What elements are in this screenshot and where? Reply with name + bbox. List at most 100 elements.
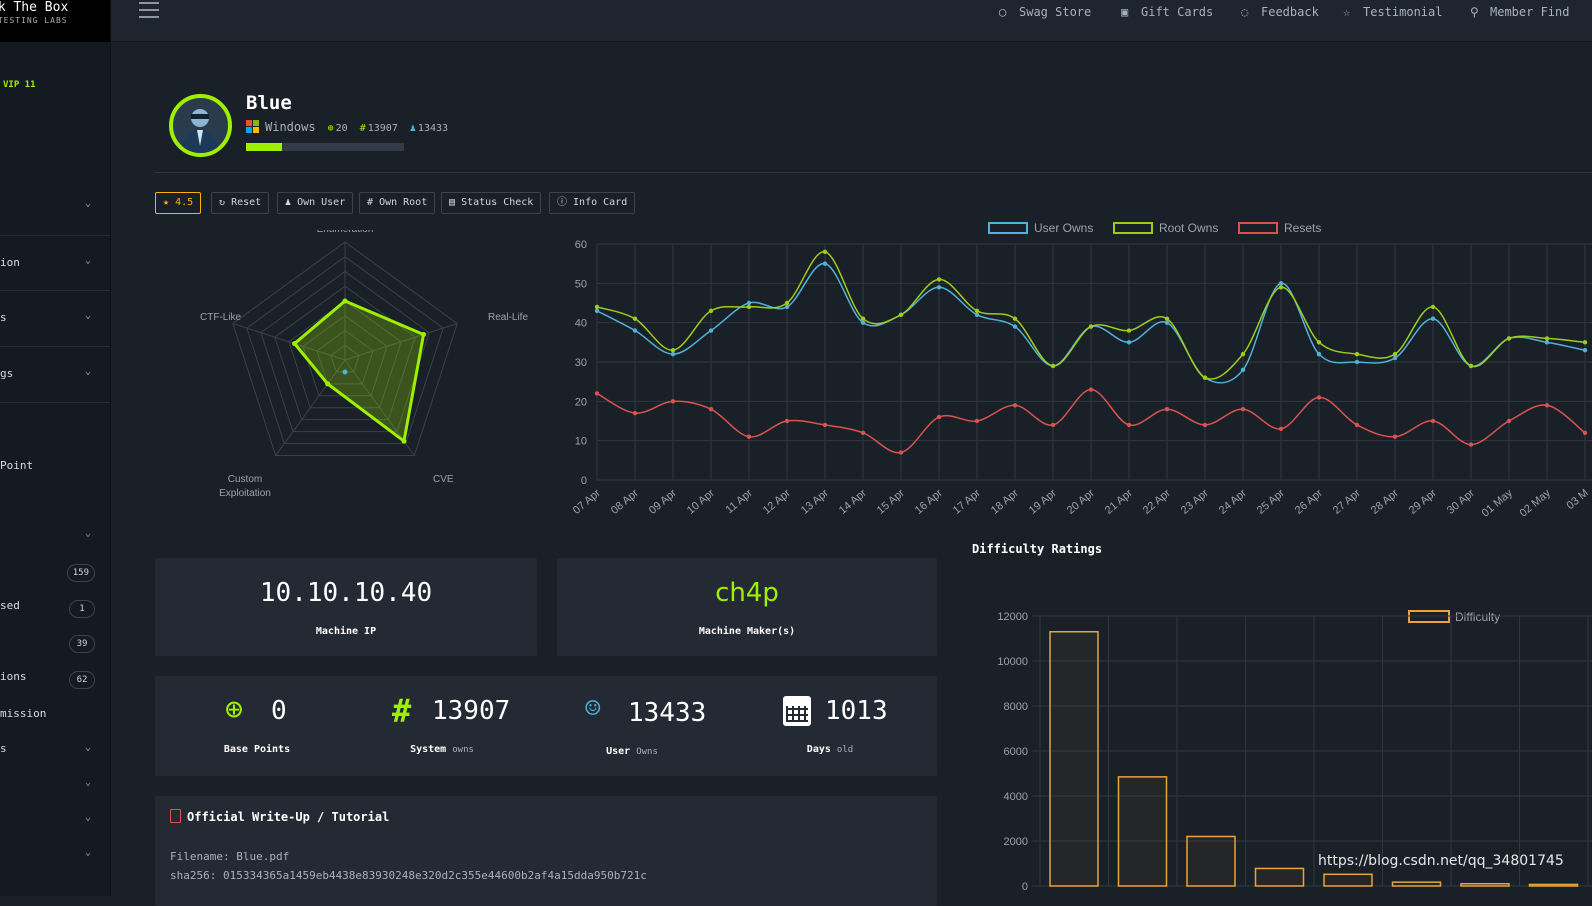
user-owns-label: User Owns [606,746,658,757]
sidebar-item-4[interactable]: ions 62 [0,670,110,690]
y-tick-label: 50 [575,278,587,290]
radar-axis-label: CVE [433,474,454,485]
radar-point [342,298,348,304]
status-check-button[interactable]: ▤ Status Check [441,192,542,214]
logo[interactable]: ck The Box -TESTING LABS [0,0,110,42]
nav-feedback[interactable]: ◌ Feedback [1241,5,1319,19]
sidebar-item-label: Point [0,459,34,472]
x-tick-label: 10 Apr [685,487,717,517]
base-points-label: Base Points [223,744,291,755]
radar-chart: Enumeration Real-Life CVE Custom Exploitatio… [200,230,528,499]
sidebar-section-label: ion [0,256,20,269]
hamburger-menu-icon[interactable] [139,2,159,18]
reset-button[interactable]: ↻ Reset [211,192,270,214]
series-point [1430,316,1436,321]
nav-member-find[interactable]: ⚲ Member Find [1470,5,1569,19]
legend-swatch [1113,222,1153,234]
x-tick-label: 18 Apr [989,487,1021,517]
divider [155,172,1592,173]
info-card-button[interactable]: ⓘ Info Card [549,192,636,214]
series-point [1202,375,1208,380]
difficulty-ratings-title: Difficulty Ratings [972,542,1103,556]
windows-icon [246,120,259,134]
bar-4 [1323,873,1373,887]
nav-testimonial[interactable]: ☆ Testimonial [1343,5,1442,19]
y-tick-label: 0 [581,475,587,487]
series-point [974,312,980,317]
chevron-down-icon: ⌄ [85,812,92,823]
sidebar-collapse[interactable]: ⌄ [0,196,110,216]
y-tick-label: 6000 [1004,746,1028,758]
series-point [1126,328,1132,333]
sidebar-collapse-5[interactable]: ⌄ [0,847,110,865]
machine-points: 20 [335,123,348,134]
days-old-label: Days old [806,744,854,755]
writeup-title[interactable]: Official Write-Up / Tutorial [187,810,389,824]
x-tick-label: 30 Apr [1445,487,1477,517]
sidebar-section-0[interactable]: ion ⌄ [0,235,110,291]
series-point [936,277,942,282]
series-point [1392,355,1398,361]
sidebar-item-6[interactable]: s ⌄ [0,742,110,760]
chevron-down-icon: ⌄ [85,310,92,321]
bar-3 [1254,867,1305,887]
series-point [708,328,714,333]
top-bar: ◯ Swag Store ▣ Gift Cards ◌ Feedback ☆ Testi… [111,0,1592,42]
y-tick-label: 60 [575,239,587,251]
tshirt-icon: ◯ [999,5,1007,19]
machine-user-owns: 13433 [417,123,449,134]
series-point [1544,336,1550,341]
base-points-value: 0 [271,696,287,726]
sidebar-section-1[interactable]: s ⌄ [0,291,110,347]
y-tick-label: 12000 [997,611,1028,623]
crosshair-icon: ⊕ [225,692,244,727]
y-tick-label: 2000 [1004,836,1028,848]
series-point [1582,348,1588,353]
x-tick-label: 01 May [1480,487,1516,520]
nav-swag-store[interactable]: ◯ Swag Store [999,5,1091,19]
pdf-icon [170,809,181,823]
sidebar-collapse-3[interactable]: ⌄ [0,777,110,795]
y-tick-label: 30 [575,357,587,369]
legend-label: Difficulty [1455,610,1500,624]
stats-card: ⊕ 0 Base Points # 13907 System owns ☺ 13… [155,676,937,776]
machine-ip-label: Machine IP [315,626,377,637]
user-owns-value: 13433 [628,698,707,728]
sidebar-item-5[interactable]: mission [0,707,110,725]
own-root-button[interactable]: # Own Root [359,192,436,214]
x-tick-label: 27 Apr [1331,487,1363,517]
sidebar-item-1[interactable]: 159 [0,563,110,583]
series-point [746,300,752,306]
count-badge: 62 [69,671,95,689]
x-tick-label: 20 Apr [1065,487,1097,517]
machine-maker[interactable]: ch4p [557,578,937,608]
series-point [974,308,980,314]
sidebar-item-2[interactable]: sed 1 [0,599,110,619]
sidebar-item-label: mission [0,707,47,720]
hash-icon: # [367,197,374,208]
user-icon: ♟ [285,197,292,208]
count-badge: 39 [69,635,95,653]
series-point [670,399,676,404]
nav-gift-cards[interactable]: ▣ Gift Cards [1121,5,1213,19]
series-point [1316,395,1322,400]
writeup-filename: Filename: Blue.pdf [170,850,290,863]
legend-label: Resets [1284,221,1321,235]
machine-ip[interactable]: 10.10.10.40 [155,578,537,608]
series-point [632,316,638,321]
machine-maker-card: ch4p Machine Maker(s) [557,558,937,656]
own-user-button[interactable]: ♟ Own User [277,192,354,214]
sidebar-collapse-2[interactable]: ⌄ [0,528,110,546]
sidebar-item-point[interactable]: Point [0,459,110,477]
sidebar-item-3[interactable]: 39 [0,634,110,654]
rating-button[interactable]: ★ 4.5 [155,192,202,214]
legend-swatch [1238,222,1278,234]
machine-progress-bar [246,143,404,151]
chevron-down-icon: ⌄ [85,366,92,377]
hash-icon: # [392,692,412,730]
y-tick-label: 4000 [1004,791,1028,803]
sidebar-section-2[interactable]: gs ⌄ [0,347,110,403]
sidebar-collapse-4[interactable]: ⌄ [0,812,110,830]
radar-axis-label: Custom [228,474,262,485]
vip-badge: VIP 11 [3,80,36,90]
